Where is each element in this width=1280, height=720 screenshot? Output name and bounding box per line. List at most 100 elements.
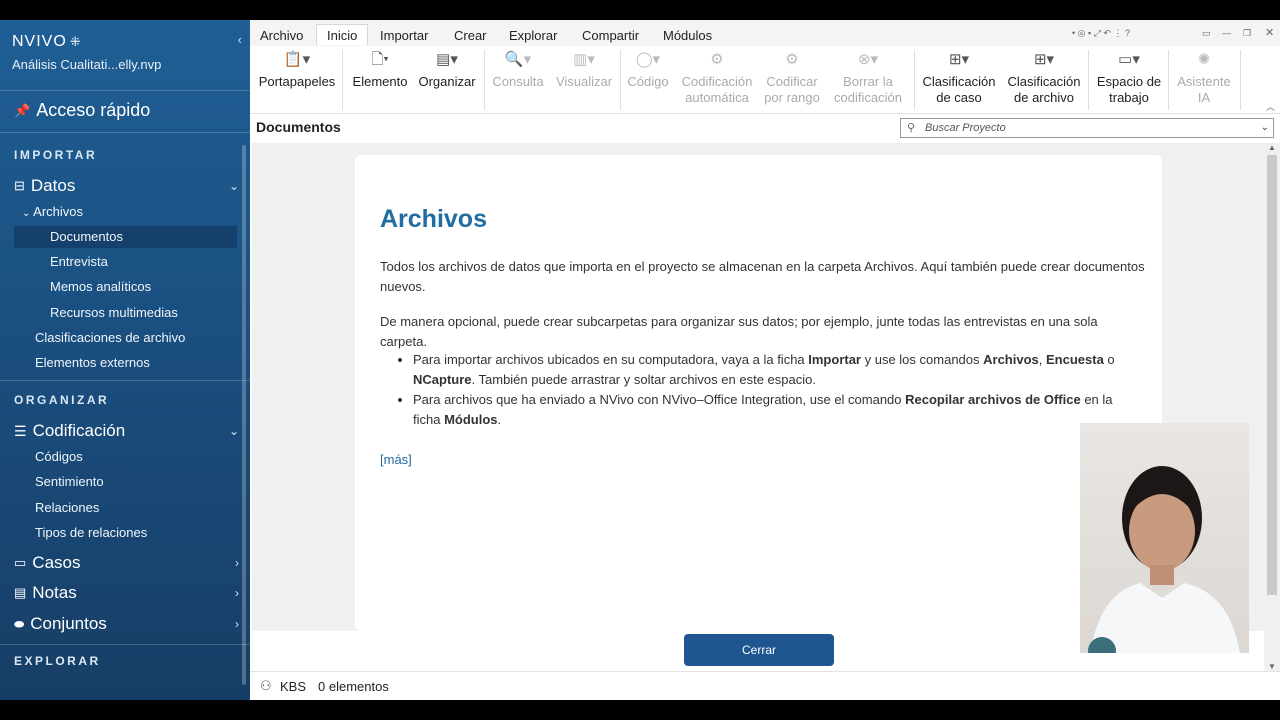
scroll-thumb	[1267, 155, 1277, 595]
visualizar-button[interactable]: ▥▾ Visualizar	[552, 52, 616, 90]
brand-logo: NVIVO ⁜	[12, 33, 82, 50]
organizar-button[interactable]: ▤▾ Organizar	[416, 52, 478, 90]
nav-notas[interactable]: ▤ Notas ›	[14, 583, 239, 603]
chevron-down-icon: ⌄	[228, 424, 239, 438]
codificar-rango-button[interactable]: ⚙ Codificar por rango	[762, 52, 822, 106]
nav-casos[interactable]: ▭ Casos ›	[14, 553, 239, 573]
query-icon: 🔍▾	[504, 51, 532, 68]
divider	[0, 132, 250, 133]
codigo-button[interactable]: ◯▾ Código	[626, 52, 670, 90]
user-icon: ⚇	[260, 678, 272, 693]
nav-codificacion[interactable]: ☰ Codificación ⌄	[14, 421, 239, 441]
section-organizar: ORGANIZAR	[14, 393, 110, 407]
case-classification-icon: ⊞▾	[948, 51, 970, 68]
nav-clasificaciones-archivo[interactable]: Clasificaciones de archivo	[35, 330, 185, 345]
paragraph-2: De manera opcional, puede crear subcarpe…	[380, 314, 1098, 349]
nav-codigos[interactable]: Códigos	[35, 449, 83, 464]
ai-brain-icon: ✺	[1197, 51, 1211, 68]
nav-elementos-externos[interactable]: Elementos externos	[35, 355, 150, 370]
presenter-image	[1088, 466, 1240, 653]
pin-icon: 📌	[14, 102, 31, 118]
asistente-ia-button[interactable]: ✺ Asistente IA	[1172, 52, 1236, 106]
more-link[interactable]: [más]	[380, 452, 412, 467]
consulta-button[interactable]: 🔍▾ Consulta	[490, 52, 546, 90]
espacio-trabajo-button[interactable]: ▭▾ Espacio de trabajo	[1094, 52, 1164, 106]
divider	[0, 644, 250, 645]
search-project-input[interactable]: ⚲ Buscar Proyecto ⌄	[900, 118, 1274, 138]
clasificacion-archivo-button[interactable]: ⊞▾ Clasificación de archivo	[1004, 52, 1084, 106]
minimize-icon[interactable]: —	[1222, 28, 1231, 38]
chevron-down-icon: ⌄	[228, 179, 239, 193]
nav-datos[interactable]: ⊟ Datos ⌄	[14, 176, 239, 196]
section-explorar: EXPLORAR	[14, 654, 101, 668]
collapse-sidebar-icon[interactable]: ‹	[238, 32, 242, 47]
toolbar-icons[interactable]: • ◎ ▪ ⤢ ↶ ⋮ ?	[1072, 28, 1130, 39]
tab-inicio[interactable]: Inicio	[316, 24, 369, 45]
scroll-up-icon: ▲	[1268, 143, 1276, 152]
page-title: Documentos	[256, 119, 341, 135]
document-icon: 🗋▾	[371, 51, 389, 68]
uncode-icon: ⊗▾	[857, 51, 879, 68]
paragraph-1: Todos los archivos de datos que importa …	[380, 259, 1145, 294]
nav-archivos[interactable]: ⌄ Archivos	[22, 204, 83, 219]
portapapeles-button[interactable]: 📋▾ Portapapeles	[258, 52, 336, 90]
section-importar: IMPORTAR	[14, 148, 98, 162]
item-count: 0 elementos	[318, 679, 389, 694]
code-icon: ◯▾	[635, 51, 661, 68]
organize-icon: ▤▾	[436, 51, 458, 68]
sidebar-scrollbar[interactable]	[242, 145, 246, 685]
nvivo-window: NVIVO ⁜ Análisis Cualitati...elly.nvp ‹ 📌…	[0, 20, 1280, 700]
chevron-right-icon: ›	[235, 617, 239, 631]
comment-icon[interactable]: ▭	[1202, 28, 1211, 39]
chevron-right-icon: ›	[235, 586, 239, 600]
divider	[0, 380, 250, 381]
restore-icon[interactable]: ❐	[1243, 28, 1251, 39]
webcam-overlay	[1080, 423, 1249, 653]
range-code-icon: ⚙	[785, 51, 799, 68]
autocode-icon: ⚙	[710, 51, 724, 68]
borrar-codificacion-button[interactable]: ⊗▾ Borrar la codificación	[830, 52, 906, 106]
close-button[interactable]: Cerrar	[684, 634, 834, 666]
sets-icon: ⬬	[14, 616, 25, 631]
close-window-icon[interactable]: ✕	[1265, 26, 1274, 39]
workspace-icon: ▭▾	[1118, 51, 1140, 68]
clasificacion-caso-button[interactable]: ⊞▾ Clasificación de caso	[920, 52, 998, 106]
table-icon: ⊟	[14, 178, 25, 193]
nav-recursos-multimedias[interactable]: Recursos multimedias	[50, 305, 178, 320]
divider	[0, 90, 250, 91]
vertical-scrollbar[interactable]: ▲ ▼	[1264, 143, 1280, 671]
clipboard-icon: 📋▾	[283, 51, 311, 68]
list-item: Para archivos que ha enviado a NVivo con…	[413, 390, 1143, 430]
case-icon: ▭	[14, 555, 27, 570]
tab-compartir[interactable]: Compartir	[582, 28, 639, 43]
user-initials: KBS	[280, 679, 307, 694]
nav-entrevista[interactable]: Entrevista	[50, 254, 108, 269]
nav-memos[interactable]: Memos analíticos	[50, 279, 151, 294]
project-name: Análisis Cualitati...elly.nvp	[12, 57, 162, 72]
nav-sentimiento[interactable]: Sentimiento	[35, 474, 104, 489]
tab-explorar[interactable]: Explorar	[509, 28, 557, 43]
chevron-right-icon: ›	[235, 556, 239, 570]
codificacion-automatica-button[interactable]: ⚙ Codificación automática	[678, 52, 756, 106]
scroll-down-icon: ▼	[1268, 662, 1276, 671]
quick-access[interactable]: 📌 Acceso rápido	[14, 100, 150, 121]
chevron-down-icon: ⌄	[22, 208, 34, 219]
nav-tipos-relaciones[interactable]: Tipos de relaciones	[35, 525, 147, 540]
tab-importar[interactable]: Importar	[380, 28, 428, 43]
nav-conjuntos[interactable]: ⬬ Conjuntos ›	[14, 614, 239, 634]
status-bar: ⚇ KBS 0 elementos	[250, 671, 1280, 700]
chart-icon: ▥▾	[573, 51, 595, 68]
elemento-button[interactable]: 🗋▾ Elemento	[350, 52, 410, 90]
nav-relaciones[interactable]: Relaciones	[35, 500, 99, 515]
collapse-ribbon-icon[interactable]: ︿	[1266, 100, 1275, 113]
codes-icon: ☰	[14, 422, 27, 439]
file-classification-icon: ⊞▾	[1033, 51, 1055, 68]
info-card: Archivos Todos los archivos de datos que…	[355, 155, 1162, 631]
notes-icon: ▤	[14, 585, 27, 600]
card-heading: Archivos	[380, 205, 487, 233]
tab-archivo[interactable]: Archivo	[260, 28, 303, 43]
brand-grid-icon: ⁜	[69, 34, 82, 49]
tab-crear[interactable]: Crear	[454, 28, 487, 43]
tab-modulos[interactable]: Módulos	[663, 28, 712, 43]
nav-documentos[interactable]: Documentos	[14, 226, 237, 248]
